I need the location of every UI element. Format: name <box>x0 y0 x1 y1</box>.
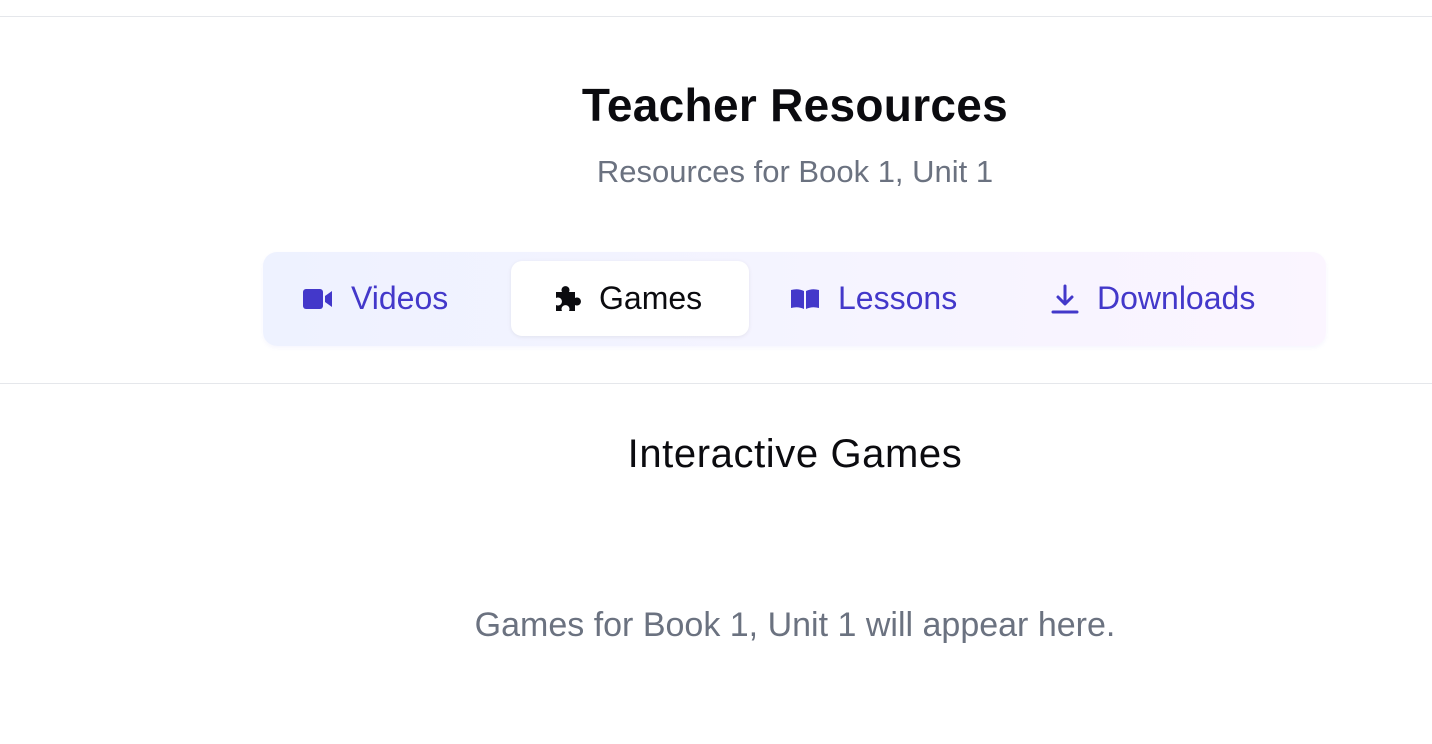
tab-videos[interactable]: Videos <box>301 261 533 336</box>
puzzle-icon <box>549 283 583 315</box>
tab-lessons-label: Lessons <box>838 280 958 316</box>
section-title: Interactive Games <box>627 432 963 476</box>
tab-downloads[interactable]: Downloads <box>1049 261 1311 336</box>
empty-state-message: Games for Book 1, Unit 1 will appear her… <box>474 606 1116 644</box>
tab-games[interactable]: Games <box>511 261 749 336</box>
page-subtitle: Resources for Book 1, Unit 1 <box>596 154 994 189</box>
download-icon <box>1049 283 1081 315</box>
book-open-icon <box>788 287 822 311</box>
tab-downloads-label: Downloads <box>1097 280 1256 316</box>
page-title: Teacher Resources <box>581 79 1009 131</box>
top-divider <box>0 16 1432 17</box>
tab-games-label: Games <box>599 280 703 316</box>
tab-lessons[interactable]: Lessons <box>788 261 1028 336</box>
video-icon <box>301 288 335 310</box>
resource-tabs: Videos Games Lessons Downloads <box>263 252 1326 346</box>
tab-videos-label: Videos <box>351 280 449 316</box>
section-divider <box>0 383 1432 384</box>
